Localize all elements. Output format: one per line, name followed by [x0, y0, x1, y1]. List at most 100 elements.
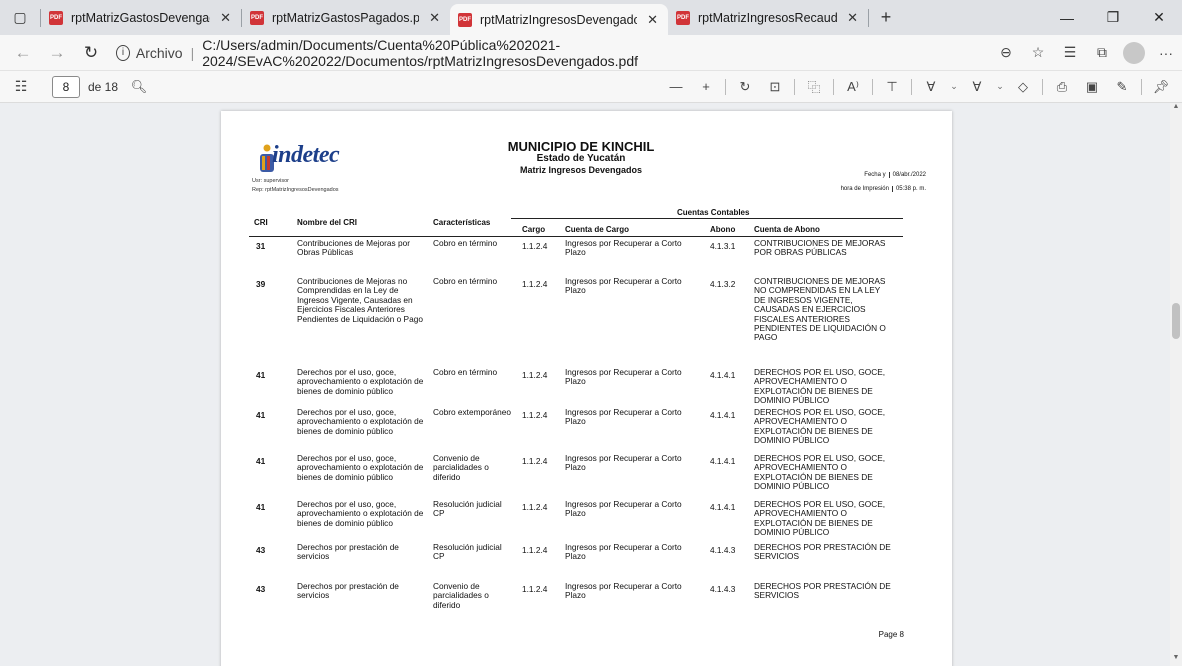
caracteristicas-cell: Cobro extemporáneo [433, 407, 511, 417]
tab-gastos-pagados[interactable]: PDF rptMatrizGastosPagados.pdf ✕ [242, 0, 450, 35]
cri-cell: 31 [256, 241, 266, 251]
url-divider: | [190, 44, 195, 61]
address-actions: ⊖ ☆ ☰ ⧉ ··· [990, 38, 1182, 68]
date-label: Fecha y [864, 172, 886, 178]
cargo-cell: 1.1.2.4 [522, 241, 548, 251]
tab-actions-button[interactable]: ▢ [0, 0, 40, 35]
collections-button[interactable]: ⧉ [1086, 38, 1118, 68]
tab-ingresos-recaudados[interactable]: PDF rptMatrizIngresosRecaudados.pc ✕ [668, 0, 868, 35]
caracteristicas-cell: Cobro en término [433, 238, 498, 248]
cuenta-cargo-cell: Ingresos por Recuperar a Corto Plazo [565, 542, 682, 562]
pdf-file-icon: PDF [458, 12, 472, 27]
nombre-cell: Derechos por prestación de servicios [297, 581, 399, 601]
caracteristicas-cell: Convenio de parcialidades o diferido [433, 581, 489, 610]
favorite-button[interactable]: ☆ [1022, 38, 1054, 68]
cri-cell: 43 [256, 545, 266, 555]
scroll-up-icon[interactable]: ▲ [1170, 103, 1182, 115]
abono-cell: 4.1.4.3 [710, 545, 736, 555]
avatar [1123, 41, 1145, 64]
highlight-button[interactable]: ∀ [962, 73, 992, 101]
save-as-button[interactable]: ✎ [1107, 73, 1137, 101]
more-menu-button[interactable]: ··· [1150, 38, 1182, 68]
pdf-tools: — + ↻ ⊡ ⿻ A⁾ ⊤ ∀ ⌄ ∀ ⌄ ◇ ⎙ ▣ ✎ 📌︎ [661, 73, 1182, 101]
abono-cell: 4.1.4.1 [710, 370, 736, 380]
back-button[interactable]: ← [6, 38, 40, 68]
highlight-options-button[interactable]: ⌄ [992, 73, 1008, 101]
draw-options-button[interactable]: ⌄ [946, 73, 962, 101]
print-button[interactable]: ⎙ [1047, 73, 1077, 101]
caracteristicas-cell: Convenio de parcialidades o diferido [433, 453, 489, 482]
cargo-cell: 1.1.2.4 [522, 456, 548, 466]
caracteristicas-cell: Cobro en término [433, 367, 498, 377]
find-button[interactable]: 🔍︎ [124, 73, 154, 101]
save-button[interactable]: ▣ [1077, 73, 1107, 101]
close-window-button[interactable]: ✕ [1136, 0, 1182, 35]
cargo-cell: 1.1.2.4 [522, 502, 548, 512]
restore-button[interactable]: ❐ [1090, 0, 1136, 35]
forward-button[interactable]: → [40, 38, 74, 68]
profile-button[interactable] [1118, 38, 1150, 68]
list-icon: ☷ [14, 78, 28, 94]
header-cri: CRI [254, 218, 268, 227]
time-label: hora de Impresión [840, 186, 889, 192]
add-text-button[interactable]: ⊤ [877, 73, 907, 101]
close-icon[interactable]: ✕ [429, 10, 440, 26]
cuenta-abono-cell: CONTRIBUCIONES DE MEJORAS NO COMPRENDIDA… [754, 276, 886, 343]
tab-title: rptMatrizIngresosRecaudados.pc [698, 10, 838, 25]
header-nombre: Nombre del CRI [297, 218, 358, 227]
pin-toolbar-button[interactable]: 📌︎ [1146, 73, 1176, 101]
zoom-in-button[interactable]: + [691, 73, 721, 101]
rotate-button[interactable]: ↻ [730, 73, 760, 101]
close-icon: ✕ [1153, 9, 1165, 25]
highlight-icon: ∀ [972, 78, 982, 94]
zoom-button[interactable]: ⊖ [990, 38, 1022, 68]
table-of-contents-button[interactable]: ☷ [4, 78, 38, 95]
scroll-down-icon[interactable]: ▼ [1170, 654, 1182, 666]
caracteristicas-cell: Cobro en término [433, 276, 498, 286]
url-field[interactable]: i Archivo | C:/Users/admin/Documents/Cue… [116, 37, 876, 69]
abono-cell: 4.1.4.1 [710, 456, 736, 466]
nombre-cell: Contribuciones de Mejoras no Comprendida… [297, 276, 423, 324]
minimize-icon: — [1060, 9, 1074, 26]
erase-button[interactable]: ◇ [1008, 73, 1038, 101]
favorites-button[interactable]: ☰ [1054, 38, 1086, 68]
close-icon[interactable]: ✕ [847, 10, 858, 26]
nombre-cell: Contribuciones de Mejoras por Obras Públ… [297, 238, 410, 258]
zoom-out-button[interactable]: — [661, 73, 691, 101]
report-name: Rep: rptMatrizIngresosDevengados [252, 187, 339, 193]
refresh-button[interactable]: ↻ [74, 38, 108, 68]
date-value: 08/abr./2022 [888, 172, 926, 178]
cri-cell: 39 [256, 279, 266, 289]
cargo-cell: 1.1.2.4 [522, 370, 548, 380]
cuenta-cargo-cell: Ingresos por Recuperar a Corto Plazo [565, 407, 682, 427]
abono-cell: 4.1.3.2 [710, 279, 736, 289]
pdf-file-icon: PDF [250, 10, 264, 25]
read-aloud-button[interactable]: A⁾ [838, 73, 868, 101]
scroll-thumb[interactable] [1172, 303, 1180, 339]
fit-page-button[interactable]: ⊡ [760, 73, 790, 101]
vertical-scrollbar[interactable]: ▲ ▼ [1170, 103, 1182, 666]
page-number-input[interactable]: 8 [52, 75, 80, 98]
tab-actions-icon: ▢ [13, 9, 27, 25]
minimize-button[interactable]: — [1044, 0, 1090, 35]
url-scheme-label: Archivo [135, 44, 183, 61]
tab-ingresos-devengados[interactable]: PDF rptMatrizIngresosDevengados.pc ✕ [450, 4, 668, 35]
abono-cell: 4.1.3.1 [710, 241, 736, 251]
cuenta-cargo-cell: Ingresos por Recuperar a Corto Plazo [565, 367, 682, 387]
info-icon[interactable]: i [116, 44, 130, 61]
new-tab-button[interactable]: + [869, 7, 903, 28]
page-view-button[interactable]: ⿻ [799, 73, 829, 101]
cri-cell: 41 [256, 410, 266, 420]
report-user: Usr: supervisor [252, 178, 289, 184]
cuenta-cargo-cell: Ingresos por Recuperar a Corto Plazo [565, 581, 682, 601]
header-caracteristicas: Características [433, 218, 491, 227]
draw-button[interactable]: ∀ [916, 73, 946, 101]
pdf-file-icon: PDF [676, 10, 690, 25]
tab-gastos-devengados[interactable]: PDF rptMatrizGastosDevengados.pdf ✕ [41, 0, 241, 35]
close-icon[interactable]: ✕ [647, 12, 658, 28]
page-number-footer: Page 8 [878, 630, 904, 639]
pdf-viewer: indetec Usr: supervisor Rep: rptMatrizIn… [0, 103, 1182, 666]
nombre-cell: Derechos por el uso, goce, aprovechamien… [297, 367, 424, 396]
close-icon[interactable]: ✕ [220, 10, 231, 26]
window-controls: — ❐ ✕ [1044, 0, 1182, 35]
